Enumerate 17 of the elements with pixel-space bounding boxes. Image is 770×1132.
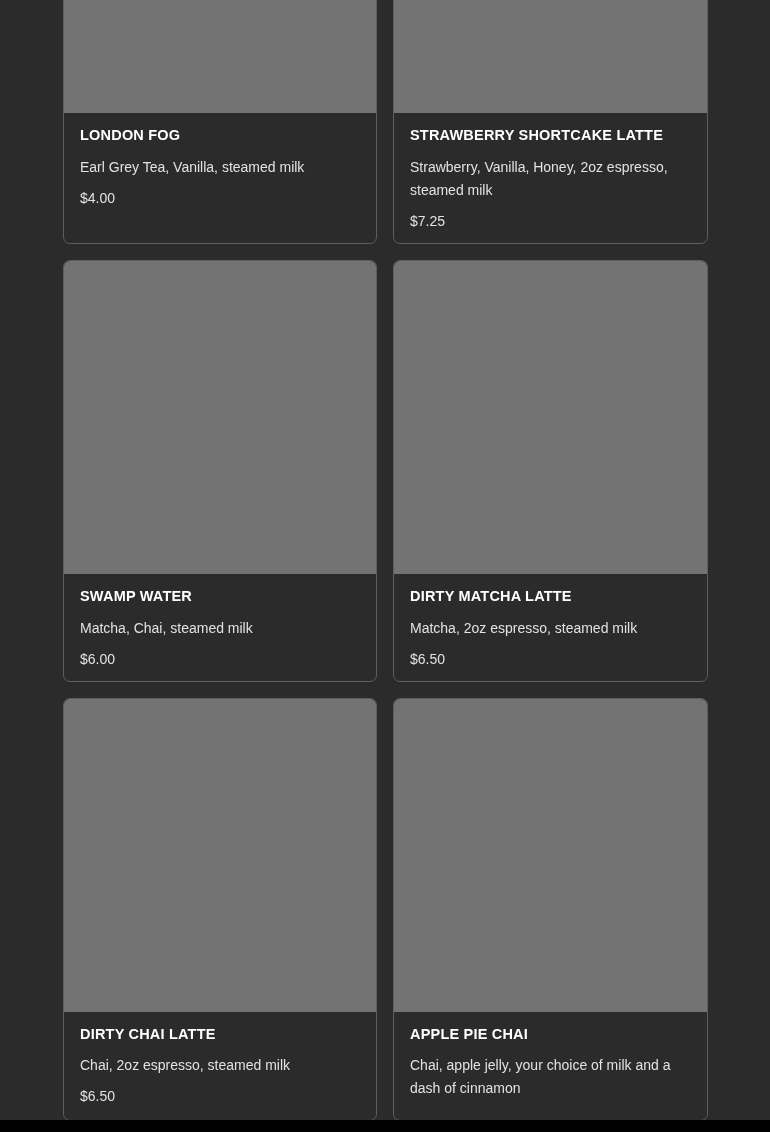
item-price: $4.00	[80, 188, 117, 208]
item-description: Earl Grey Tea, Vanilla, steamed milk	[80, 157, 306, 177]
item-price: $6.50	[80, 1087, 117, 1107]
item-description: Strawberry, Vanilla, Honey, 2oz espresso, steamed milk	[410, 157, 669, 200]
item-title: STRAWBERRY SHORTCAKE LATTE	[410, 126, 665, 145]
item-description: Chai, apple jelly, your choice of milk and a dash of cinnamon	[410, 1056, 672, 1099]
item-title: DIRTY CHAI LATTE	[80, 1024, 217, 1044]
item-description: Chai, 2oz espresso, steamed milk	[80, 1056, 292, 1076]
item-price: $6.00	[80, 649, 117, 669]
item-title: LONDON FOG	[80, 126, 182, 145]
item-price: $6.50	[410, 649, 447, 669]
item-title: DIRTY MATCHA LATTE	[410, 586, 573, 606]
item-title: SWAMP WATER	[80, 586, 194, 606]
item-description: Matcha, 2oz espresso, steamed milk	[410, 618, 639, 638]
item-price: $7.25	[410, 211, 447, 231]
item-description: Matcha, Chai, steamed milk	[80, 618, 254, 638]
item-title: APPLE PIE CHAI	[410, 1024, 529, 1044]
